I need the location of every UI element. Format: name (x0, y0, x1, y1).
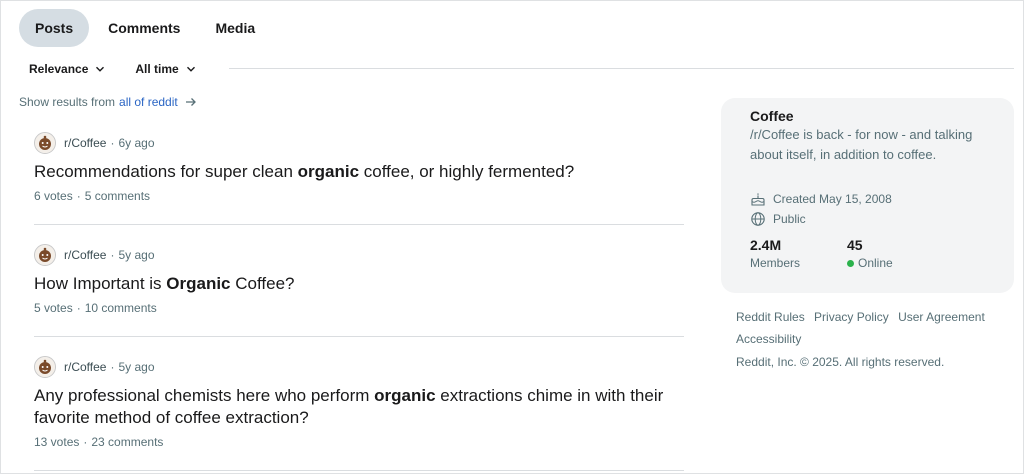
post-title[interactable]: Any professional chemists here who perfo… (34, 385, 684, 429)
post-result[interactable]: r/Coffee · 5y ago Any professional chemi… (34, 355, 684, 449)
created-date: Created May 15, 2008 (773, 192, 892, 206)
post-age: 5y ago (118, 360, 155, 374)
subreddit-name[interactable]: r/Coffee (64, 248, 106, 262)
post-divider (34, 224, 684, 225)
show-results-from: Show results from all of reddit (19, 94, 198, 110)
filter-bar: Relevance All time (29, 59, 226, 79)
online-count: 45 (847, 237, 863, 253)
separator-dot: · (110, 248, 115, 262)
post-title[interactable]: Recommendations for super clean organic … (34, 161, 684, 183)
members-count: 2.4M (750, 237, 782, 253)
all-of-reddit-link[interactable]: all of reddit (119, 95, 178, 109)
community-info-card: Coffee /r/Coffee is back - for now - and… (721, 98, 1014, 293)
subreddit-name[interactable]: r/Coffee (64, 360, 106, 374)
cake-icon (751, 193, 765, 206)
time-dropdown-label: All time (135, 62, 179, 76)
post-result[interactable]: r/Coffee · 6y ago Recommendations for su… (34, 131, 684, 203)
visibility-row: Public (750, 211, 806, 227)
search-results-page: Posts Comments Media Relevance All time … (0, 0, 1024, 474)
user-agreement-link[interactable]: User Agreement (898, 310, 985, 324)
visibility-label: Public (773, 212, 806, 226)
footer-links: Reddit Rules Privacy Policy User Agreeme… (736, 306, 1006, 350)
post-title[interactable]: How Important is Organic Coffee? (34, 273, 684, 295)
post-comments[interactable]: 10 comments (85, 301, 157, 315)
coffee-avatar-icon (35, 357, 55, 377)
copyright: Reddit, Inc. © 2025. All rights reserved… (736, 355, 945, 369)
post-votes: 5 votes (34, 301, 73, 315)
filter-divider (229, 68, 1014, 69)
online-indicator-icon (847, 259, 854, 267)
coffee-avatar-icon (35, 245, 55, 265)
post-age: 5y ago (118, 248, 155, 262)
separator-dot: · (110, 136, 115, 150)
members-label: Members (750, 256, 801, 270)
post-meta: r/Coffee · 6y ago (34, 131, 684, 155)
tab-media[interactable]: Media (199, 9, 271, 47)
result-type-tabs: Posts Comments Media (19, 9, 271, 47)
subreddit-avatar[interactable] (34, 132, 56, 154)
community-name[interactable]: Coffee (750, 108, 794, 124)
community-description: /r/Coffee is back - for now - and talkin… (750, 127, 973, 162)
post-votes: 6 votes (34, 189, 73, 203)
privacy-policy-link[interactable]: Privacy Policy (814, 310, 889, 324)
sidebar-footer: Reddit Rules Privacy Policy User Agreeme… (736, 306, 1006, 373)
tab-comments[interactable]: Comments (92, 9, 196, 47)
show-results-prefix: Show results from (19, 95, 116, 109)
post-comments[interactable]: 5 comments (85, 189, 150, 203)
online-label: Online (858, 256, 893, 270)
accessibility-link[interactable]: Accessibility (736, 332, 801, 346)
reddit-rules-link[interactable]: Reddit Rules (736, 310, 805, 324)
sort-dropdown-label: Relevance (29, 62, 89, 76)
coffee-avatar-icon (35, 133, 55, 153)
subreddit-avatar[interactable] (34, 356, 56, 378)
separator-dot: · (110, 360, 115, 374)
arrow-right-icon[interactable] (184, 95, 198, 109)
post-result[interactable]: r/Coffee · 5y ago How Important is Organ… (34, 243, 684, 315)
time-dropdown[interactable]: All time (135, 62, 195, 76)
post-meta: r/Coffee · 5y ago (34, 355, 684, 379)
post-votes: 13 votes (34, 435, 80, 449)
chevron-down-icon (186, 66, 195, 72)
post-age: 6y ago (118, 136, 155, 150)
tab-posts[interactable]: Posts (19, 9, 90, 47)
post-comments[interactable]: 23 comments (91, 435, 163, 449)
post-meta: r/Coffee · 5y ago (34, 243, 684, 267)
post-divider (34, 336, 684, 337)
online-status: Online (847, 256, 893, 270)
subreddit-name[interactable]: r/Coffee (64, 136, 106, 150)
subreddit-avatar[interactable] (34, 244, 56, 266)
globe-icon (751, 212, 765, 226)
post-stats: 13 votes · 23 comments (34, 435, 164, 449)
post-divider (34, 470, 684, 471)
created-row: Created May 15, 2008 (750, 191, 892, 207)
post-stats: 5 votes · 10 comments (34, 301, 157, 315)
chevron-down-icon (96, 66, 105, 72)
post-stats: 6 votes · 5 comments (34, 189, 151, 203)
sort-dropdown[interactable]: Relevance (29, 62, 105, 76)
